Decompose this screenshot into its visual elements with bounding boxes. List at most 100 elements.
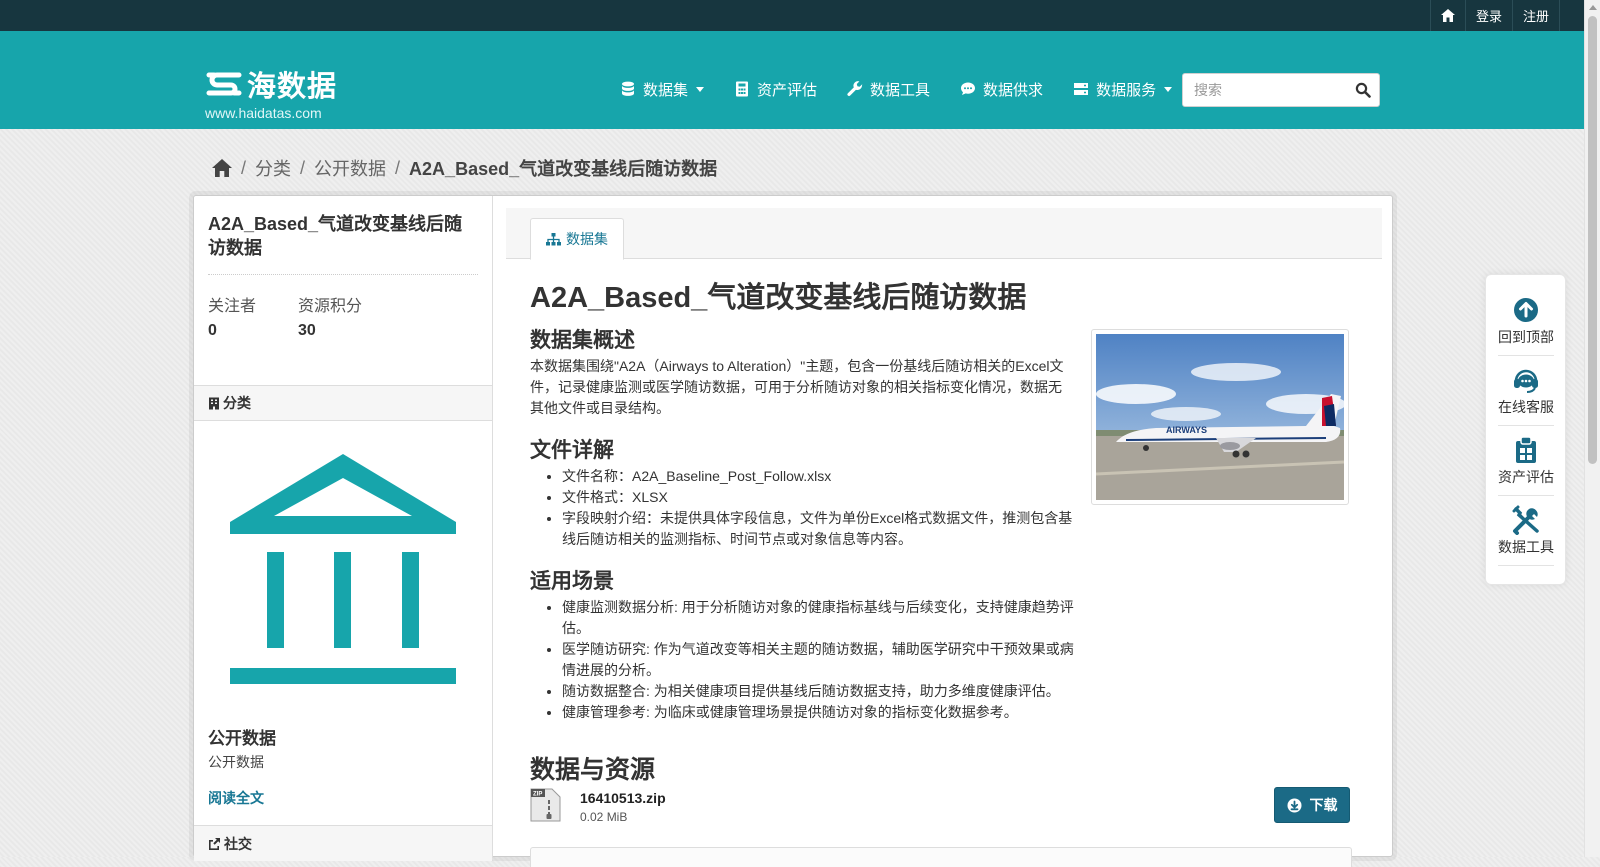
home-link[interactable] [1429, 0, 1465, 31]
usage-heading: 适用场景 [530, 570, 614, 593]
nav-datasets[interactable]: 数据集 [620, 79, 705, 100]
category-heading-label: 分类 [223, 395, 251, 411]
calculator-icon [736, 81, 749, 97]
home-icon [1440, 9, 1455, 22]
scroll-up-arrow-icon[interactable] [1589, 5, 1597, 10]
nav-asset-valuation[interactable]: 资产评估 [734, 79, 817, 100]
download-button-label: 下载 [1309, 797, 1338, 813]
main-content: 数据集 A2A_Based_气道改变基线后随访数据 数据集概述 本数据集围绕"A… [494, 196, 1392, 867]
divider [1498, 565, 1554, 566]
usage-list: 健康监测数据分析: 用于分析随访对象的健康指标基线与后续变化，支持健康趋势评估。… [530, 597, 1074, 723]
data-tools-button[interactable]: 数据工具 [1498, 501, 1554, 571]
resource-name[interactable]: 16410513.zip [580, 790, 666, 806]
breadcrumb: / 分类 / 公开数据 / A2A_Based_气道改变基线后随访数据 [212, 155, 717, 181]
dataset-image: AIRWAYS [1091, 329, 1349, 505]
server-icon [1074, 83, 1089, 95]
page-scrollbar[interactable] [1584, 0, 1600, 857]
list-item: 字段映射介绍：未提供具体字段信息，文件为单份Excel格式数据文件，推测包含基线… [562, 508, 1074, 550]
nav-asset-valuation-label: 资产评估 [757, 81, 818, 99]
top-bar-links: 登录 注册 [1429, 0, 1560, 31]
breadcrumb-separator: / [395, 157, 401, 178]
search-box [1182, 73, 1380, 107]
search-input[interactable] [1183, 74, 1343, 106]
site-logo[interactable]: 海数据 [205, 63, 337, 105]
download-button[interactable]: 下载 [1274, 787, 1350, 823]
breadcrumb-current: A2A_Based_气道改变基线后随访数据 [409, 159, 718, 179]
nav-data-demand[interactable]: 数据供求 [960, 79, 1043, 100]
divider [1498, 355, 1554, 356]
points-value: 30 [298, 322, 316, 339]
top-bar: 登录 注册 [0, 0, 1584, 31]
asset-valuation-label: 资产评估 [1498, 469, 1554, 485]
wrench-icon [847, 81, 863, 96]
masthead: 海数据 www.haidatas.com 数据集 资产评估 数据工具 数据供求 … [0, 31, 1584, 129]
resource-preview-panel [530, 847, 1352, 867]
brand-name: 海数据 [247, 71, 338, 103]
nav-datasets-label: 数据集 [643, 81, 689, 99]
divider [208, 274, 478, 275]
breadcrumb-separator: / [300, 157, 306, 178]
read-more-link[interactable]: 阅读全文 [208, 788, 264, 808]
divider [1498, 495, 1554, 496]
svg-text:ZIP: ZIP [533, 792, 542, 798]
floating-toolbar: 回到顶部 在线客服 资产评估 数据工具 [1485, 274, 1566, 585]
data-tools-label: 数据工具 [1498, 539, 1554, 555]
headset-icon [1514, 369, 1538, 393]
list-item: 文件名称：A2A_Baseline_Post_Follow.xlsx [562, 466, 1074, 487]
chevron-down-icon [1164, 86, 1173, 92]
overview-heading: 数据集概述 [530, 329, 635, 352]
sidebar: A2A_Based_气道改变基线后随访数据 关注者 0 资源积分 30 分类 公… [194, 196, 493, 861]
followers-label: 关注者 [208, 298, 257, 315]
tab-bar: 数据集 [506, 208, 1382, 260]
scrollbar-thumb[interactable] [1588, 16, 1597, 464]
social-heading-label: 社交 [224, 835, 252, 852]
tools-icon [1512, 505, 1539, 535]
online-support-button[interactable]: 在线客服 [1498, 361, 1554, 431]
chevron-down-icon [696, 86, 705, 92]
dataset-title: A2A_Based_气道改变基线后随访数据 [530, 282, 1027, 314]
home-icon[interactable] [212, 159, 232, 177]
list-item: 医学随访研究: 作为气道改变等相关主题的随访数据，辅助医学研究中干预效果或病情进… [562, 639, 1074, 681]
logo-mark-icon [206, 72, 242, 96]
main-nav: 数据集 资产评估 数据工具 数据供求 数据服务 [620, 75, 1202, 103]
back-to-top-label: 回到顶部 [1498, 329, 1554, 345]
org-name: 公开数据 [208, 729, 276, 748]
comment-icon [961, 82, 976, 95]
breadcrumb-separator: / [241, 157, 247, 178]
nav-data-tools[interactable]: 数据工具 [847, 79, 930, 100]
list-item: 文件格式：XLSX [562, 487, 1074, 508]
share-icon [209, 838, 220, 850]
list-item: 健康监测数据分析: 用于分析随访对象的健康指标基线与后续变化，支持健康趋势评估。 [562, 597, 1074, 639]
sidebar-dataset-title: A2A_Based_气道改变基线后随访数据 [208, 214, 463, 258]
login-link[interactable]: 登录 [1464, 0, 1512, 31]
followers-count: 0 [208, 322, 217, 339]
divider [1498, 425, 1554, 426]
search-icon[interactable] [1355, 82, 1371, 98]
building-icon [209, 397, 219, 409]
asset-valuation-button[interactable]: 资产评估 [1498, 431, 1554, 501]
breadcrumb-category[interactable]: 分类 [255, 155, 291, 181]
back-to-top-button[interactable]: 回到顶部 [1498, 291, 1554, 361]
institution-icon [230, 454, 456, 684]
list-item: 随访数据整合: 为相关健康项目提供基线后随访数据支持，助力多维度健康评估。 [562, 681, 1074, 702]
page-wrapper: A2A_Based_气道改变基线后随访数据 关注者 0 资源积分 30 分类 公… [193, 195, 1393, 867]
file-details-heading: 文件详解 [530, 439, 614, 462]
nav-data-services[interactable]: 数据服务 [1073, 79, 1173, 100]
register-link[interactable]: 注册 [1511, 0, 1560, 31]
overview-text: 本数据集围绕"A2A（Airways to Alteration）"主题，包含一… [530, 358, 1064, 416]
zip-file-icon: ZIP [530, 788, 561, 822]
nav-data-tools-label: 数据工具 [870, 81, 931, 99]
file-details-list: 文件名称：A2A_Baseline_Post_Follow.xlsx 文件格式：… [530, 466, 1074, 550]
resource-size: 0.02 MiB [580, 810, 628, 824]
online-support-label: 在线客服 [1498, 399, 1554, 415]
breadcrumb-public-data[interactable]: 公开数据 [314, 155, 386, 181]
org-description: 公开数据 [208, 754, 264, 770]
tab-dataset[interactable]: 数据集 [530, 218, 624, 260]
nav-data-services-label: 数据服务 [1096, 81, 1157, 99]
resources-heading: 数据与资源 [530, 756, 656, 784]
category-heading: 分类 [194, 385, 492, 421]
brand-url: www.haidatas.com [205, 105, 322, 121]
points-label: 资源积分 [298, 298, 363, 315]
clipboard-icon [1516, 436, 1536, 463]
svg-text:AIRWAYS: AIRWAYS [1166, 425, 1207, 435]
